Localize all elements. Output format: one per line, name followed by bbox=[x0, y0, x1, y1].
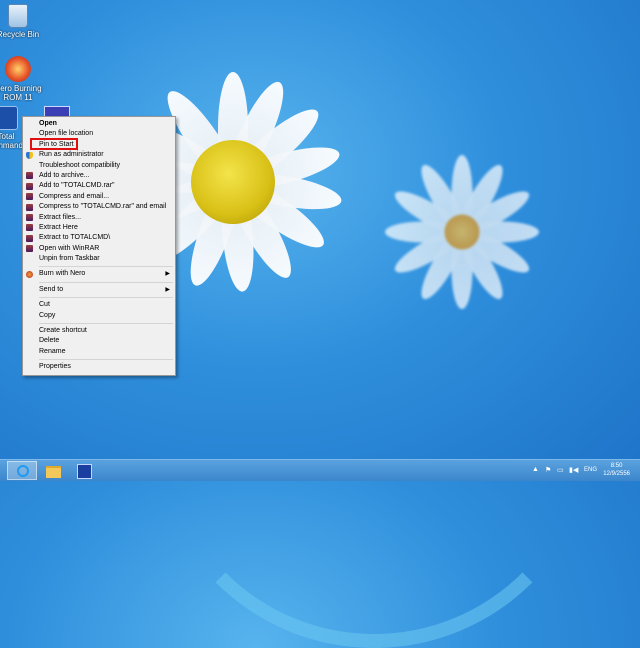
winrar-icon bbox=[26, 214, 33, 222]
desktop-icon-nero[interactable]: Nero Burning ROM 11 bbox=[0, 56, 46, 102]
menu-item-run-as-administrator[interactable]: Run as administrator bbox=[23, 150, 175, 160]
menu-separator bbox=[39, 297, 173, 299]
winrar-icon bbox=[26, 224, 33, 232]
menu-item-cut[interactable]: Cut bbox=[23, 300, 175, 310]
desktop-icon-recycle-bin[interactable]: Recycle Bin bbox=[0, 4, 46, 39]
taskbar: ▲ ⚑ ▭ ▮ ◀ ENG 8:50 12/9/2556 bbox=[0, 459, 640, 481]
input-language-indicator[interactable]: ENG bbox=[584, 467, 597, 474]
menu-separator bbox=[39, 359, 173, 361]
menu-item-copy[interactable]: Copy bbox=[23, 311, 175, 321]
menu-item-troubleshoot-compatibility[interactable]: Troubleshoot compatibility bbox=[23, 161, 175, 171]
winrar-icon bbox=[26, 172, 33, 180]
menu-item-delete[interactable]: Delete bbox=[23, 336, 175, 346]
pin-to-start-highlight-box bbox=[30, 138, 78, 150]
winrar-icon bbox=[26, 182, 33, 190]
file-explorer-icon bbox=[46, 466, 61, 478]
show-hidden-icons-icon[interactable]: ▲ bbox=[532, 466, 539, 473]
menu-item-rename[interactable]: Rename bbox=[23, 347, 175, 357]
uac-shield-icon bbox=[26, 151, 33, 159]
menu-item-compress-and-email[interactable]: Compress and email... bbox=[23, 192, 175, 202]
taskbar-button-total-commander[interactable] bbox=[69, 461, 99, 480]
menu-item-send-to[interactable]: Send to ▶ bbox=[23, 285, 175, 295]
action-center-flag-icon[interactable]: ⚑ bbox=[545, 466, 551, 474]
clock-time: 8:50 bbox=[610, 463, 623, 469]
winrar-icon bbox=[26, 234, 33, 242]
total-commander-icon bbox=[77, 464, 92, 479]
taskbar-button-file-explorer[interactable] bbox=[38, 461, 68, 480]
menu-item-properties[interactable]: Properties bbox=[23, 362, 175, 372]
winrar-icon bbox=[26, 203, 33, 211]
volume-icon[interactable]: ◀ bbox=[573, 466, 578, 474]
menu-item-create-shortcut[interactable]: Create shortcut bbox=[23, 326, 175, 336]
network-icon[interactable]: ▭ bbox=[557, 466, 564, 474]
taskbar-clock[interactable]: 8:50 12/9/2556 bbox=[603, 462, 630, 478]
menu-item-open[interactable]: Open bbox=[23, 119, 175, 129]
menu-separator bbox=[39, 323, 173, 325]
chevron-right-icon: ▶ bbox=[165, 286, 170, 293]
recycle-bin-icon bbox=[8, 4, 28, 28]
taskbar-button-internet-explorer[interactable] bbox=[7, 461, 37, 480]
menu-separator bbox=[39, 266, 173, 268]
internet-explorer-icon bbox=[17, 465, 29, 477]
menu-item-extract-files[interactable]: Extract files... bbox=[23, 213, 175, 223]
menu-item-add-to-rar[interactable]: Add to "TOTALCMD.rar" bbox=[23, 181, 175, 191]
clock-date: 12/9/2556 bbox=[603, 471, 630, 477]
nero-icon bbox=[26, 270, 33, 278]
chevron-right-icon: ▶ bbox=[165, 271, 170, 278]
menu-item-compress-to-rar-and-email[interactable]: Compress to "TOTALCMD.rar" and email bbox=[23, 202, 175, 212]
menu-separator bbox=[39, 281, 173, 283]
menu-item-extract-here[interactable]: Extract Here bbox=[23, 223, 175, 233]
nero-icon bbox=[5, 56, 31, 82]
menu-item-unpin-from-taskbar[interactable]: Unpin from Taskbar bbox=[23, 254, 175, 264]
menu-item-burn-with-nero[interactable]: Burn with Nero ▶ bbox=[23, 269, 175, 279]
menu-item-open-with-winrar[interactable]: Open with WinRAR bbox=[23, 244, 175, 254]
total-commander-icon bbox=[0, 106, 18, 130]
context-menu: Open Open file location Pin to Start Run… bbox=[22, 116, 176, 376]
menu-item-extract-to-folder[interactable]: Extract to TOTALCMD\ bbox=[23, 233, 175, 243]
menu-item-add-to-archive[interactable]: Add to archive... bbox=[23, 171, 175, 181]
winrar-icon bbox=[26, 245, 33, 253]
winrar-icon bbox=[26, 193, 33, 201]
